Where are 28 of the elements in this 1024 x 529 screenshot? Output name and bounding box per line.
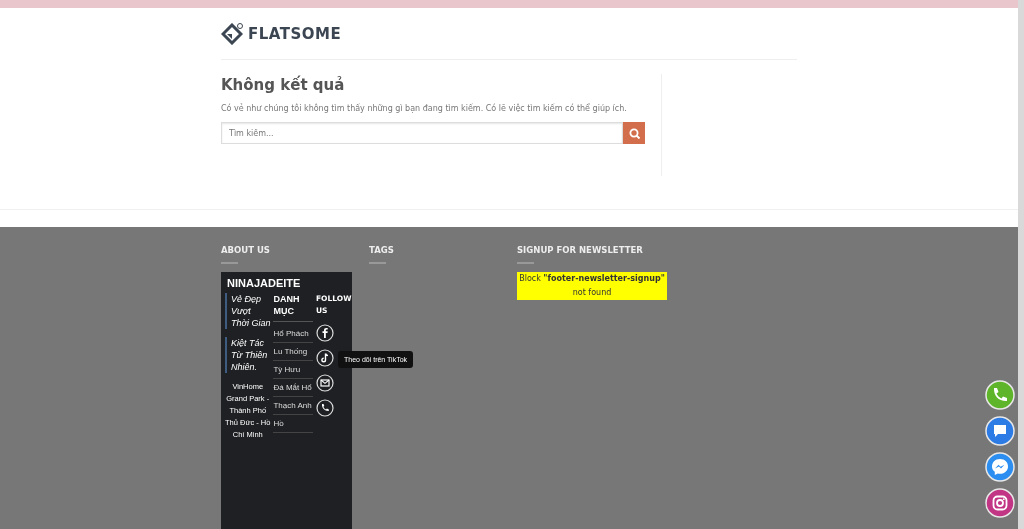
phone-button-icon[interactable]	[985, 380, 1015, 410]
facebook-icon[interactable]	[316, 324, 334, 342]
search-icon	[628, 127, 640, 139]
logo-diamond-icon	[221, 22, 243, 45]
phone-icon[interactable]	[316, 399, 334, 417]
category-link[interactable]: Hổ Phách	[273, 325, 313, 343]
site-logo[interactable]: FLATSOME	[221, 22, 342, 45]
search-button[interactable]	[623, 122, 645, 144]
category-heading: DANH MỤC	[273, 293, 313, 322]
footer-heading: SIGNUP FOR NEWSLETTER	[517, 245, 643, 255]
search-field[interactable]: Tìm kiếm...	[221, 122, 623, 144]
missing-block-notice: Block "footer-newsletter-signup" not found	[517, 272, 667, 300]
footer-heading: ABOUT US	[221, 245, 270, 255]
quote-text: Kiệt Tác Từ Thiên Nhiên.	[225, 337, 271, 373]
category-link[interactable]: Hồ	[273, 415, 313, 433]
category-link[interactable]: Đá Mắt Hổ	[273, 379, 313, 397]
no-results-message: Có vẻ như chúng tôi không tìm thấy những gì bạn đang tìm kiếm. Có lẽ việc tìm kiếm có thể giúp ích.	[221, 104, 628, 113]
email-icon[interactable]	[316, 374, 334, 392]
messenger-button-icon[interactable]	[985, 452, 1015, 482]
tiktok-icon[interactable]	[316, 349, 334, 367]
quote-text: Vẻ Đẹp Vượt Thời Gian	[225, 293, 271, 329]
brand-name: NINAJADEITE	[227, 277, 302, 289]
instagram-button-icon[interactable]	[985, 488, 1015, 518]
footer-heading: TAGS	[369, 245, 394, 255]
category-link[interactable]: Thạch Anh	[273, 397, 313, 415]
no-results-heading: Không kết quả	[221, 76, 346, 94]
category-link[interactable]: Lu Thống	[273, 343, 313, 361]
category-link[interactable]: Tỳ Hưu	[273, 361, 313, 379]
